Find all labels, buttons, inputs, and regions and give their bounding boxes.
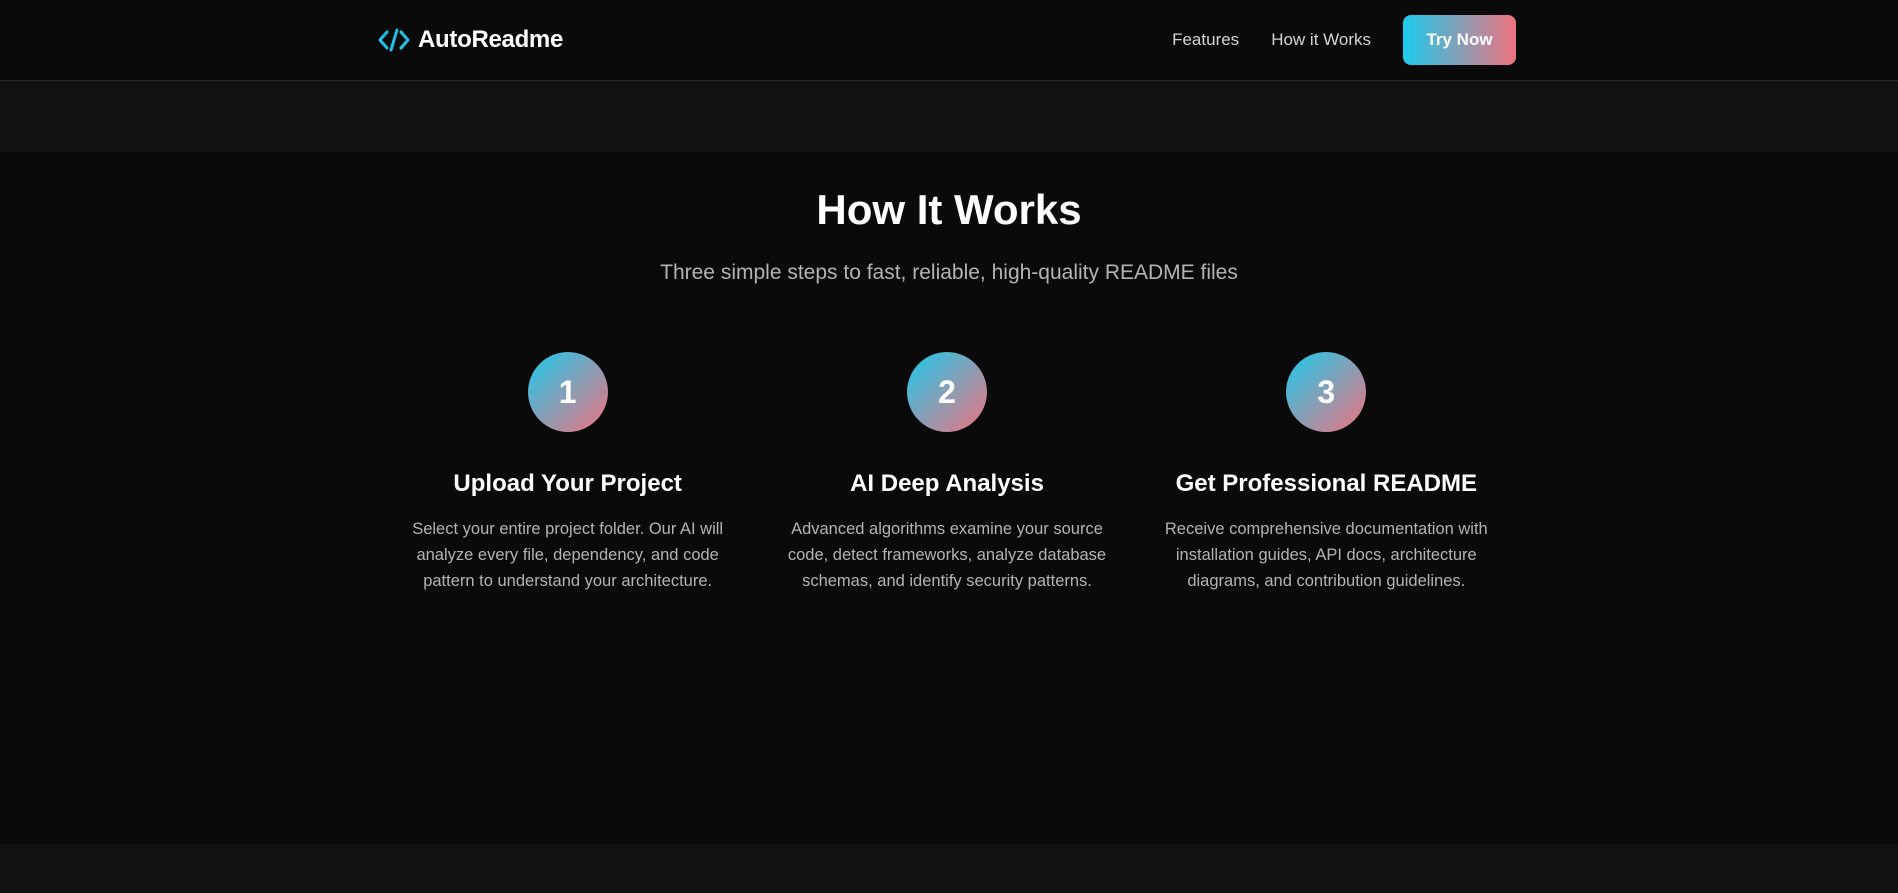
section-subtitle: Three simple steps to fast, reliable, hi…: [660, 261, 1238, 284]
step-title: AI Deep Analysis: [850, 470, 1044, 497]
step-number-badge: 1: [527, 352, 608, 432]
code-brackets-icon: [378, 27, 410, 53]
nav-link-features[interactable]: Features: [1172, 30, 1239, 50]
section-divider-band: [0, 81, 1898, 152]
step-card: 2 AI Deep Analysis Advanced algorithms e…: [757, 352, 1136, 594]
step-title: Upload Your Project: [453, 470, 682, 497]
next-section-band: [0, 844, 1898, 893]
top-navbar: AutoReadme Features How it Works Try Now: [0, 0, 1898, 81]
section-title: How It Works: [816, 186, 1082, 233]
steps-row: 1 Upload Your Project Select your entire…: [378, 352, 1516, 594]
step-description: Advanced algorithms examine your source …: [787, 520, 1107, 590]
nav-links: Features How it Works Try Now: [1172, 15, 1516, 65]
nav-link-how-it-works[interactable]: How it Works: [1271, 30, 1371, 50]
brand-name: AutoReadme: [418, 26, 564, 53]
step-card: 1 Upload Your Project Select your entire…: [378, 352, 757, 594]
step-number-badge: 2: [906, 352, 987, 432]
try-now-button[interactable]: Try Now: [1403, 15, 1516, 65]
step-description: Receive comprehensive documentation with…: [1164, 520, 1488, 590]
step-number-badge: 3: [1286, 352, 1367, 432]
brand-logo-link[interactable]: AutoReadme: [378, 26, 563, 54]
step-description: Select your entire project folder. Our A…: [412, 520, 724, 590]
step-card: 3 Get Professional README Receive compre…: [1137, 352, 1516, 594]
step-title: Get Professional README: [1175, 470, 1478, 497]
navbar-inner: AutoReadme Features How it Works Try Now: [378, 0, 1516, 80]
